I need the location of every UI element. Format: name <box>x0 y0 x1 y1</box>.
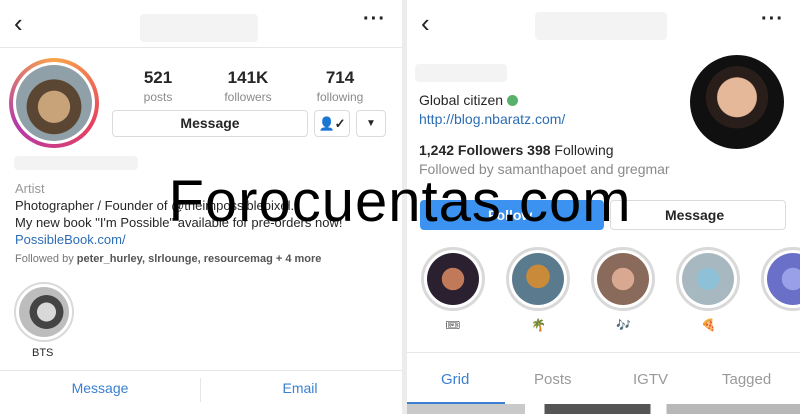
profile-tabs: Grid Posts IGTV Tagged <box>407 352 800 404</box>
followers-label: Followers <box>454 142 528 158</box>
followed-by-prefix: Followed by <box>15 253 77 265</box>
right-header: ‹ ··· <box>407 0 800 48</box>
back-arrow-icon[interactable]: ‹ <box>14 10 23 36</box>
name-redacted <box>415 64 507 82</box>
posts-count: 521 <box>143 68 173 87</box>
following-count: 398 <box>527 142 551 158</box>
highlight-label: BTS <box>32 347 54 359</box>
highlight-emoji: 🌴 <box>531 318 546 332</box>
following-count: 714 <box>325 68 355 87</box>
post-grid-preview[interactable] <box>407 404 800 414</box>
story-highlight[interactable] <box>421 247 485 311</box>
story-highlight[interactable] <box>506 247 570 311</box>
following-label: following <box>316 90 364 104</box>
tab-grid[interactable]: Grid <box>441 371 469 388</box>
highlight-cover <box>682 253 734 305</box>
stat-following[interactable]: 714 following <box>305 68 375 104</box>
tab-posts[interactable]: Posts <box>534 371 572 388</box>
followers-label: followers <box>224 90 272 104</box>
avatar[interactable] <box>690 55 784 149</box>
message-button[interactable]: Message <box>112 110 308 137</box>
highlight-emoji: 🍕 <box>701 318 716 332</box>
followed-by-more: + 4 more <box>272 253 322 265</box>
posts-label: posts <box>143 90 173 104</box>
highlight-emoji: 🎟 <box>445 318 461 332</box>
bio-line-1: Global citizen <box>419 92 519 108</box>
more-options-icon[interactable]: ··· <box>363 8 386 31</box>
avatar[interactable] <box>9 58 99 148</box>
left-header: ‹ ··· <box>0 0 402 48</box>
divider <box>0 370 402 371</box>
highlight-cover <box>512 253 564 305</box>
tab-igtv[interactable]: IGTV <box>633 371 668 388</box>
highlight-cover <box>767 253 800 305</box>
followed-by-text[interactable]: Followed by peter_hurley, slrlounge, res… <box>15 253 321 265</box>
highlight-cover <box>427 253 479 305</box>
bio-text: Global citizen <box>419 92 504 108</box>
story-highlight-bts[interactable] <box>14 282 74 342</box>
followed-by-names: peter_hurley, slrlounge, resourcemag <box>76 253 273 265</box>
stat-followers[interactable]: 141K followers <box>213 68 283 104</box>
highlight-cover <box>19 287 69 337</box>
bottom-message-button[interactable]: Message <box>40 380 160 396</box>
globe-icon <box>507 95 519 106</box>
highlight-emoji: 🎶 <box>616 318 631 332</box>
chevron-down-icon: ▼ <box>366 118 376 129</box>
follow-counts[interactable]: 1,242 Followers 398 Following <box>419 142 614 158</box>
username-redacted <box>140 14 258 42</box>
highlight-cover <box>597 253 649 305</box>
more-options-icon[interactable]: ··· <box>761 8 784 31</box>
story-highlight[interactable] <box>591 247 655 311</box>
back-arrow-icon[interactable]: ‹ <box>421 10 430 36</box>
avatar-photo <box>16 65 92 141</box>
following-label: Following <box>550 142 614 158</box>
divider <box>200 378 201 402</box>
following-status-button[interactable]: 👤✓ <box>314 110 350 137</box>
username-redacted <box>535 12 667 40</box>
person-check-icon: 👤✓ <box>318 116 346 131</box>
watermark: Forocuentas.com <box>168 169 632 234</box>
bottom-email-button[interactable]: Email <box>240 380 360 396</box>
stat-posts[interactable]: 521 posts <box>123 68 193 104</box>
bio-link[interactable]: http://blog.nbaratz.com/ <box>419 111 565 127</box>
tab-tagged[interactable]: Tagged <box>722 371 771 388</box>
followers-count: 1,242 <box>419 142 455 158</box>
suggestions-dropdown-button[interactable]: ▼ <box>356 110 386 137</box>
story-highlight[interactable] <box>761 247 800 311</box>
followers-count: 141K <box>227 68 269 87</box>
story-highlight[interactable] <box>676 247 740 311</box>
